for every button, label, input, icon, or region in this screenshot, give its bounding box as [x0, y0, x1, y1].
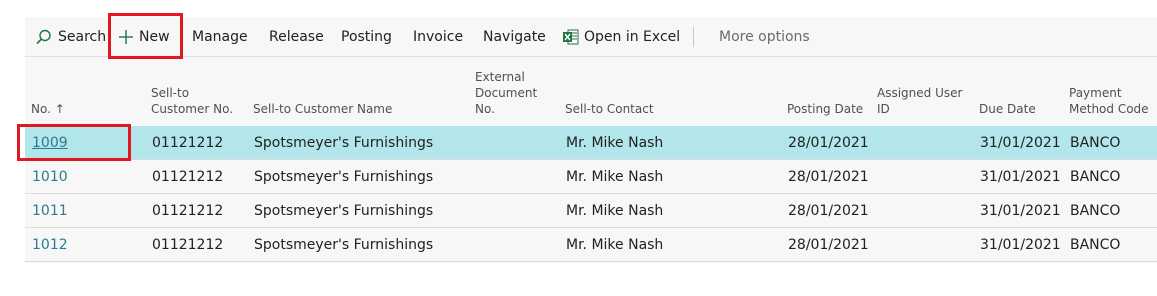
navigate-label: Navigate [483, 29, 546, 45]
customer-name-cell: Spotsmeyer's Furnishings [254, 169, 434, 185]
due-date-cell: 31/01/2021 [980, 135, 1061, 151]
new-label: New [139, 29, 170, 45]
column-header-assigned-line2: ID [877, 102, 890, 116]
customer-name-cell: Spotsmeyer's Furnishings [254, 203, 434, 219]
column-header-payment-line1: Payment [1069, 86, 1122, 100]
column-header-payment-line2: Method Code [1069, 102, 1149, 116]
search-icon [36, 29, 51, 45]
new-button[interactable]: New [118, 17, 170, 57]
column-header-due-date-label: Due Date [979, 102, 1036, 116]
customer-name-cell: Spotsmeyer's Furnishings [254, 237, 434, 253]
payment-method-cell: BANCO [1070, 135, 1121, 151]
column-header-posting-date[interactable]: Posting Date [787, 101, 863, 117]
contact-cell: Mr. Mike Nash [566, 135, 664, 151]
table-row[interactable]: 1010 01121212 Spotsmeyer's Furnishings M… [25, 160, 1157, 194]
column-header-no[interactable]: No. ↑ [31, 101, 65, 117]
column-header-customer-name[interactable]: Sell-to Customer Name [253, 101, 392, 117]
posting-date-cell: 28/01/2021 [788, 169, 869, 185]
posting-date-cell: 28/01/2021 [788, 135, 869, 151]
release-label: Release [269, 29, 324, 45]
customer-name-cell: Spotsmeyer's Furnishings [254, 135, 434, 151]
column-header-posting-date-label: Posting Date [787, 102, 864, 116]
customer-no-cell: 01121212 [152, 169, 224, 185]
search-label: Search [58, 29, 107, 45]
posting-menu[interactable]: Posting [341, 17, 392, 57]
payment-method-cell: BANCO [1070, 203, 1121, 219]
action-bar: Search New Manage Release Posting Invoic… [25, 17, 1157, 57]
table-row[interactable]: 1011 01121212 Spotsmeyer's Furnishings M… [25, 194, 1157, 228]
document-no-link[interactable]: 1010 [32, 160, 68, 194]
invoice-menu[interactable]: Invoice [413, 17, 463, 57]
column-header-customer-no[interactable]: Sell-to Customer No. [151, 85, 233, 117]
table-row[interactable]: 1009 01121212 Spotsmeyer's Furnishings M… [25, 126, 1157, 160]
column-header-no-label: No. ↑ [31, 102, 65, 116]
excel-icon [563, 29, 579, 45]
column-header-ext-doc-line1: External [475, 70, 525, 84]
customer-no-cell: 01121212 [152, 203, 224, 219]
document-no-link[interactable]: 1011 [32, 194, 68, 228]
column-header-external-document-no[interactable]: External Document No. [475, 69, 537, 117]
posting-label: Posting [341, 29, 392, 45]
column-header-assigned-line1: Assigned User [877, 86, 963, 100]
document-no-link[interactable]: 1009 [32, 126, 68, 160]
manage-label: Manage [192, 29, 248, 45]
payment-method-cell: BANCO [1070, 237, 1121, 253]
column-header-assigned-user[interactable]: Assigned User ID [877, 85, 962, 117]
column-header-due-date[interactable]: Due Date [979, 101, 1036, 117]
column-header-contact-label: Sell-to Contact [565, 102, 654, 116]
due-date-cell: 31/01/2021 [980, 237, 1061, 253]
column-header-ext-doc-line2: Document [475, 86, 538, 100]
plus-icon [119, 30, 133, 44]
column-header-contact[interactable]: Sell-to Contact [565, 101, 654, 117]
open-in-excel-button[interactable]: Open in Excel [563, 17, 680, 57]
column-header-customer-no-line2: Customer No. [151, 102, 234, 116]
contact-cell: Mr. Mike Nash [566, 237, 664, 253]
payment-method-cell: BANCO [1070, 169, 1121, 185]
more-options-label: More options [719, 29, 810, 45]
search-button[interactable]: Search [35, 17, 106, 57]
release-menu[interactable]: Release [269, 17, 324, 57]
manage-menu[interactable]: Manage [192, 17, 248, 57]
toolbar-divider [693, 27, 694, 47]
column-header-customer-no-line1: Sell-to [151, 86, 190, 100]
table-row[interactable]: 1012 01121212 Spotsmeyer's Furnishings M… [25, 228, 1157, 262]
customer-no-cell: 01121212 [152, 135, 224, 151]
navigate-menu[interactable]: Navigate [483, 17, 546, 57]
document-no-link[interactable]: 1012 [32, 228, 68, 262]
column-header-customer-name-label: Sell-to Customer Name [253, 102, 393, 116]
customer-no-cell: 01121212 [152, 237, 224, 253]
column-header-payment-method[interactable]: Payment Method Code [1069, 85, 1149, 117]
due-date-cell: 31/01/2021 [980, 203, 1061, 219]
column-header-ext-doc-line3: No. [475, 102, 495, 116]
invoice-label: Invoice [413, 29, 464, 45]
contact-cell: Mr. Mike Nash [566, 169, 664, 185]
list-page: Search New Manage Release Posting Invoic… [25, 17, 1157, 263]
contact-cell: Mr. Mike Nash [566, 203, 664, 219]
excel-label: Open in Excel [584, 29, 681, 45]
posting-date-cell: 28/01/2021 [788, 203, 869, 219]
due-date-cell: 31/01/2021 [980, 169, 1061, 185]
posting-date-cell: 28/01/2021 [788, 237, 869, 253]
more-options-button[interactable]: More options [719, 17, 810, 57]
